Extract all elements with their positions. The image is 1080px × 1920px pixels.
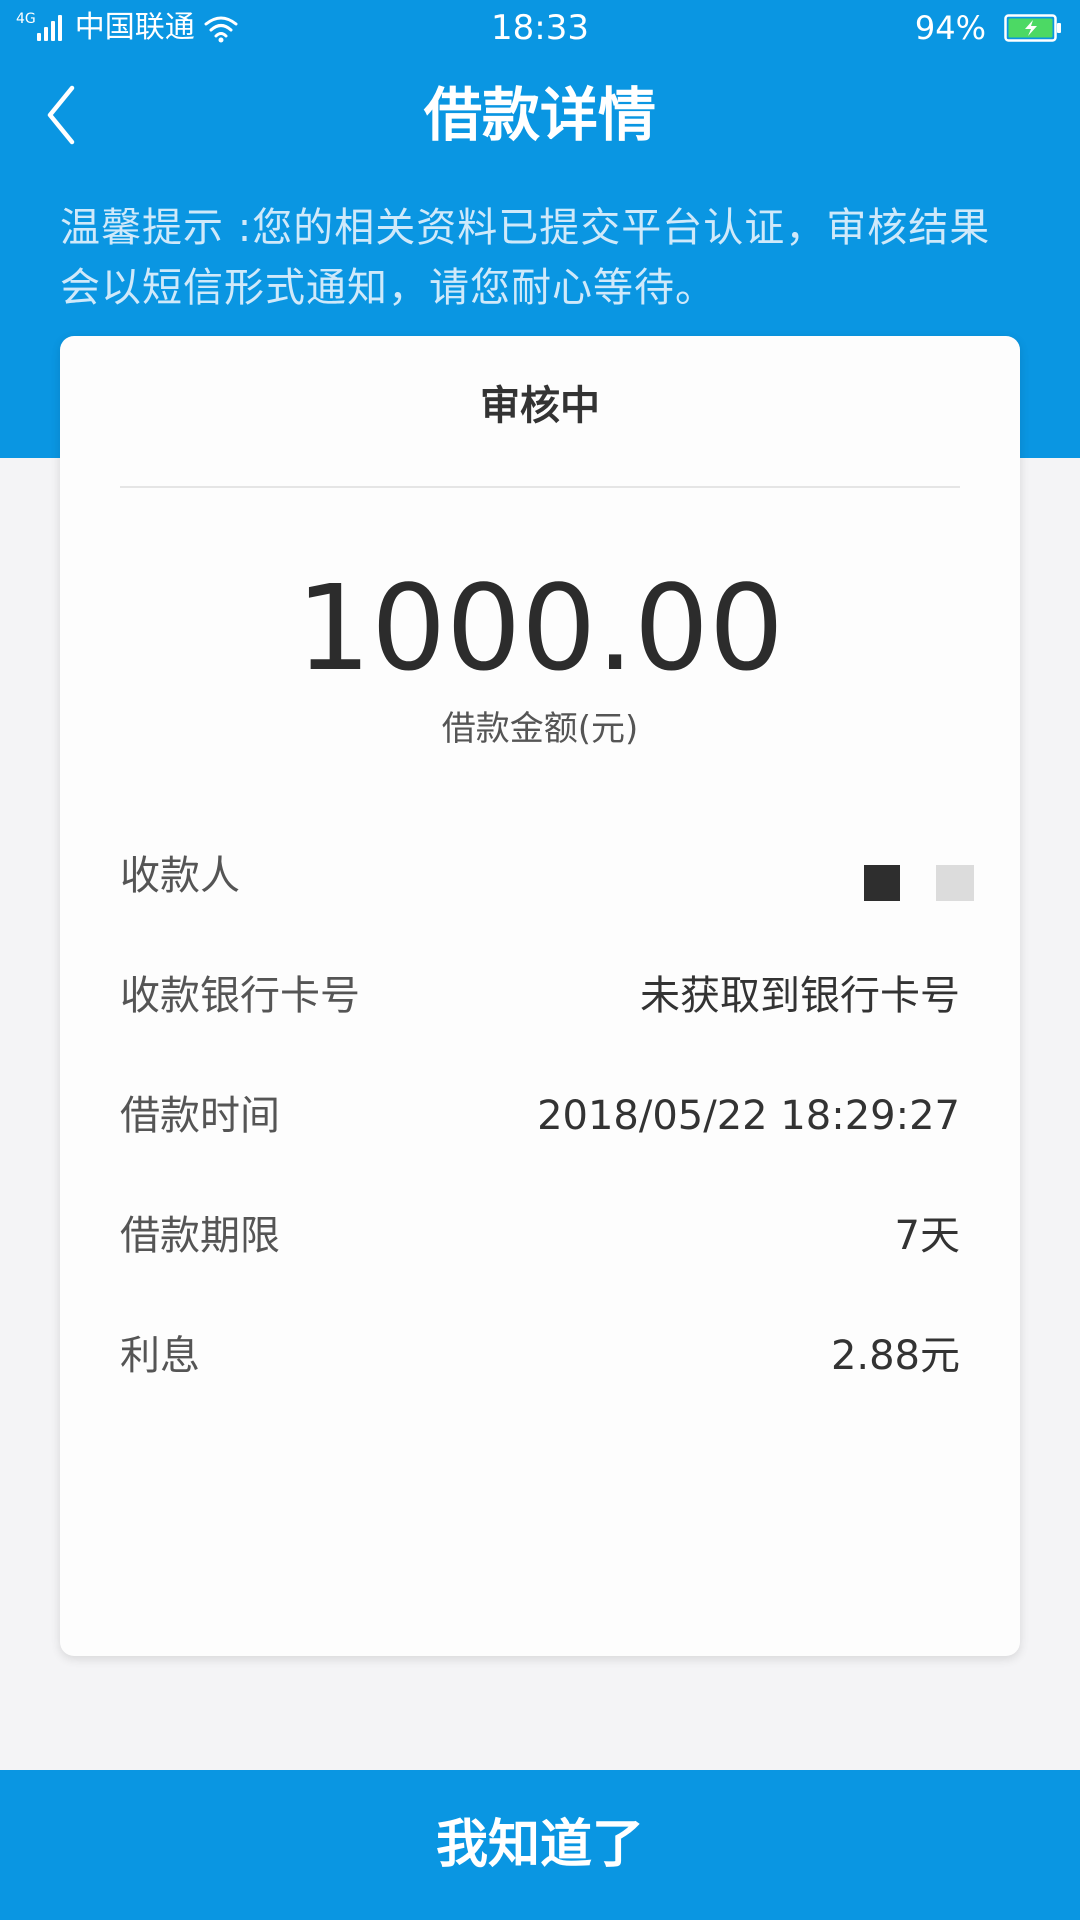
loan-time-value: 2018/05/22 18:29:27	[537, 1093, 960, 1139]
bank-card-value: 未获取到银行卡号	[640, 973, 960, 1019]
loan-time-row: 借款时间 2018/05/22 18:29:27	[120, 1086, 960, 1146]
page-title: 借款详情	[423, 81, 656, 149]
bank-card-row: 收款银行卡号 未获取到银行卡号	[120, 966, 960, 1026]
loan-time-label: 借款时间	[120, 1093, 280, 1139]
bank-card-label: 收款银行卡号	[120, 973, 360, 1019]
divider	[120, 486, 960, 488]
payee-name-masked	[864, 865, 974, 903]
status-bar: 4G 中国联通 18:33 94%	[0, 0, 1080, 56]
status-right: 94%	[915, 6, 1062, 50]
loan-detail-card: 审核中 1000.00 借款金额(元) 收款人 收款银行卡号 未获取到银行卡号 …	[60, 336, 1020, 1656]
loan-amount: 1000.00	[296, 559, 784, 697]
payee-label: 收款人	[120, 853, 240, 899]
loan-amount-label: 借款金额(元)	[441, 709, 639, 749]
confirm-button[interactable]: 我知道了	[0, 1770, 1080, 1920]
review-status: 审核中	[480, 383, 600, 429]
battery-percent: 94%	[914, 9, 986, 47]
notice-text: 温馨提示 :您的相关资料已提交平台认证，审核结果会以短信形式通知，请您耐心等待。	[60, 205, 991, 311]
interest-label: 利息	[120, 1333, 200, 1379]
payee-row: 收款人	[120, 846, 974, 906]
loan-term-label: 借款期限	[120, 1213, 280, 1259]
battery-charging-icon	[1004, 14, 1061, 42]
interest-value: 2.88元	[830, 1333, 960, 1379]
loan-term-row: 借款期限 7天	[120, 1206, 960, 1266]
loan-term-value: 7天	[894, 1213, 960, 1259]
interest-row: 利息 2.88元	[120, 1326, 960, 1386]
